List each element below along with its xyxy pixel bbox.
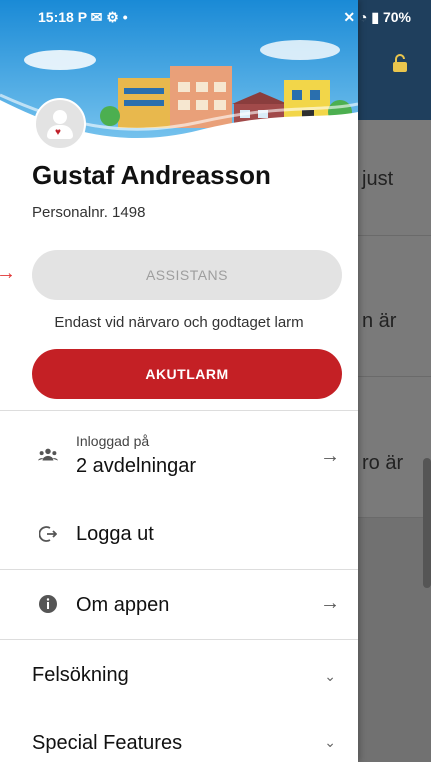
personal-number: Personalnr. 1498 <box>32 204 146 221</box>
background-row-text: n är <box>362 310 397 332</box>
arrow-right-icon: → <box>320 592 340 614</box>
about-label: Om appen <box>76 594 170 616</box>
status-time: 15:18 P ✉ ⚙ • <box>38 9 128 25</box>
special-features-section[interactable]: Special Features ⌄ <box>0 708 358 762</box>
logout-icon <box>38 524 58 544</box>
assistans-note: Endast vid närvaro och godtaget larm <box>54 314 304 331</box>
avatar: ♥ <box>34 98 86 150</box>
status-bar: 15:18 P ✉ ⚙ • ✕ ◔ ▮ 70% <box>0 0 431 34</box>
logout-label: Logga ut <box>76 523 154 545</box>
logout-item[interactable]: Logga ut <box>0 500 358 568</box>
scrollbar[interactable] <box>423 458 431 588</box>
troubleshoot-label: Felsökning <box>32 664 129 686</box>
heart-icon: ♥ <box>55 127 61 138</box>
special-features-label: Special Features <box>32 732 183 754</box>
arrow-right-icon: → <box>0 262 16 284</box>
navigation-drawer: ♥ Gustaf Andreasson Personalnr. 1498 → A… <box>0 0 358 762</box>
logged-in-label: Inloggad på <box>76 433 150 449</box>
departments-label: 2 avdelningar <box>76 455 197 477</box>
troubleshoot-section[interactable]: Felsökning ⌄ <box>0 640 358 708</box>
background-row-text: ro är <box>362 452 404 474</box>
status-system-icons: ✕ ◔ ▮ 70% <box>343 9 411 25</box>
departments-item[interactable]: Inloggad på 2 avdelningar → <box>0 411 358 499</box>
about-item[interactable]: Om appen → <box>0 570 358 638</box>
user-name: Gustaf Andreasson <box>32 160 271 190</box>
group-icon <box>38 445 58 465</box>
info-icon <box>38 594 58 614</box>
chevron-down-icon: ⌄ <box>324 734 336 750</box>
assistans-button[interactable]: ASSISTANS <box>32 250 342 300</box>
arrow-right-icon: → <box>320 445 340 467</box>
unlock-icon[interactable] <box>391 53 409 73</box>
akutlarm-button[interactable]: AKUTLARM <box>32 349 342 399</box>
background-row-text: just <box>362 168 394 190</box>
chevron-down-icon: ⌄ <box>324 668 336 684</box>
